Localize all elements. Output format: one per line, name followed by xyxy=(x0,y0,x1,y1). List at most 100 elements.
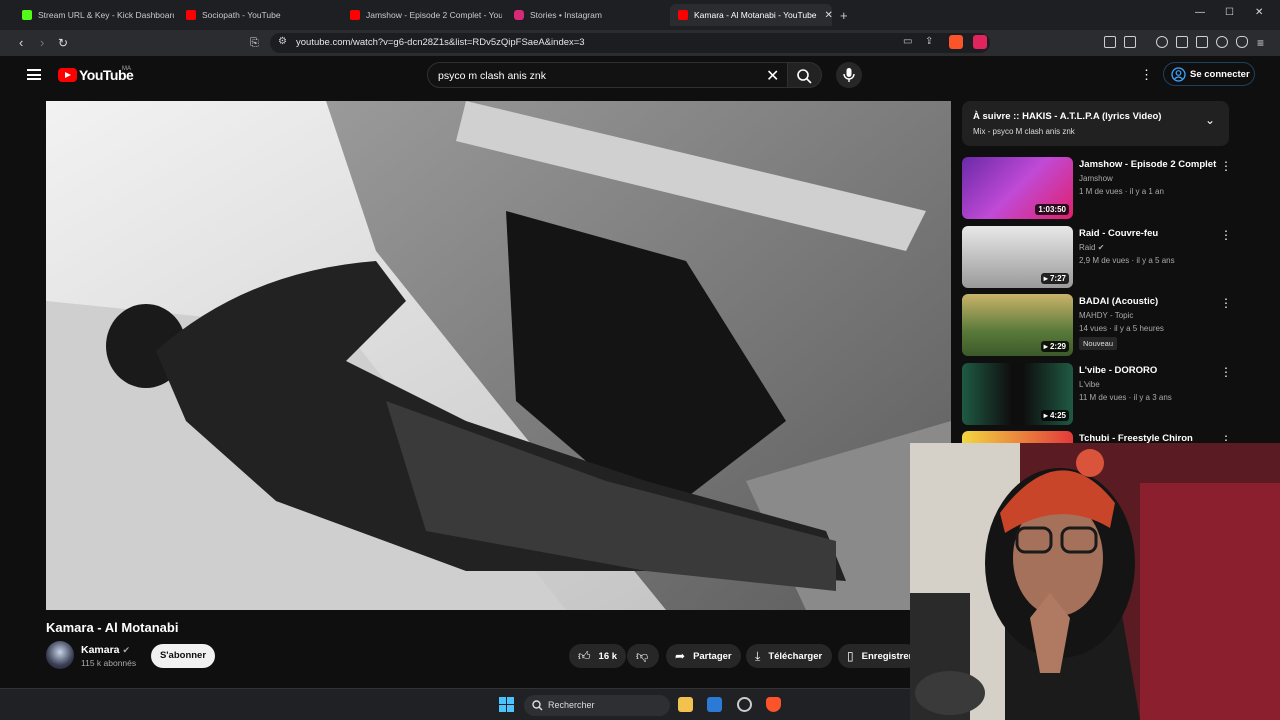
youtube-logo-icon[interactable] xyxy=(58,68,77,82)
taskbar-search-input[interactable]: Rechercher xyxy=(524,695,670,716)
download-button[interactable]: ⤓ Télécharger xyxy=(746,644,832,668)
tab-sociopath[interactable]: Sociopath - YouTube xyxy=(178,4,338,26)
video-player[interactable] xyxy=(46,101,951,610)
clear-search-icon[interactable]: ✕ xyxy=(766,66,779,86)
dislike-button[interactable]: 👎︎ xyxy=(627,644,659,668)
voice-search-button[interactable] xyxy=(836,62,862,88)
brave-browser-icon[interactable] xyxy=(766,697,781,712)
tab-jamshow[interactable]: Jamshow - Episode 2 Complet - YouT xyxy=(342,4,502,26)
channel-name[interactable]: Kamara ✔ xyxy=(81,644,130,656)
recommendation-title[interactable]: Tchubi - Freestyle Chiron xyxy=(1079,433,1193,443)
recommendation-item[interactable]: 1:03:50 Jamshow - Episode 2 Complet Jams… xyxy=(962,157,1237,221)
account-icon xyxy=(1171,67,1186,82)
wallet-icon[interactable] xyxy=(1196,36,1208,48)
video-thumbnail[interactable]: ▸ 4:25 xyxy=(962,363,1073,425)
recommendation-title[interactable]: Jamshow - Episode 2 Complet xyxy=(1079,159,1216,170)
video-frame xyxy=(46,101,951,610)
share-button[interactable]: ➦ Partager xyxy=(666,644,741,668)
recommendation-title[interactable]: L'vibe - DORORO xyxy=(1079,365,1157,376)
search-input[interactable]: psyco m clash anis znk ✕ xyxy=(427,62,788,88)
duration-badge: ▸ 4:25 xyxy=(1040,410,1069,421)
minimize-icon[interactable]: — xyxy=(1195,7,1205,18)
recommendation-meta: 2,9 M de vues · il y a 5 ans xyxy=(1079,256,1175,265)
recommendation-item[interactable]: ▸ 7:27 Raid - Couvre-feu Raid ✔ 2,9 M de… xyxy=(962,226,1237,290)
sidebar-icon[interactable] xyxy=(1176,36,1188,48)
recommendation-channel[interactable]: MAHDY - Topic xyxy=(1079,311,1133,320)
like-button[interactable]: 👍︎ 16 k xyxy=(569,644,626,668)
tab-label: Kamara - Al Motanabi - YouTube xyxy=(694,10,817,20)
save-button[interactable]: ▯ Enregistrer xyxy=(838,644,918,668)
video-thumbnail[interactable]: ▸ 2:29 xyxy=(962,294,1073,356)
subscribe-button[interactable]: S'abonner xyxy=(151,644,215,668)
search-button[interactable] xyxy=(788,62,822,88)
windows-start-icon[interactable] xyxy=(499,697,514,712)
settings-more-icon[interactable]: ⋮ xyxy=(1140,67,1153,83)
subscriber-count: 115 k abonnés xyxy=(81,658,137,668)
video-thumbnail[interactable]: ▸ 7:27 xyxy=(962,226,1073,288)
reload-icon[interactable]: ↻ xyxy=(58,35,68,51)
search-query-text: psyco m clash anis znk xyxy=(438,70,546,82)
youtube-icon xyxy=(678,10,688,20)
more-options-icon[interactable]: ⋮ xyxy=(1220,159,1232,173)
brave-shields-icon[interactable] xyxy=(949,35,963,49)
new-badge: Nouveau xyxy=(1079,337,1118,350)
new-tab-button[interactable]: + xyxy=(836,4,856,26)
hamburger-menu-icon[interactable] xyxy=(27,69,41,80)
extensions-icon[interactable] xyxy=(1104,36,1116,48)
youtube-icon xyxy=(350,10,360,20)
site-info-icon[interactable]: ⚙ xyxy=(278,36,287,47)
tab-kamara-active[interactable]: Kamara - Al Motanabi - YouTube ✕ xyxy=(670,4,832,26)
address-bar[interactable]: ⚙ youtube.com/watch?v=g6-dcn28Z1s&list=R… xyxy=(270,33,990,53)
thumbs-up-icon: 👍︎ xyxy=(578,648,591,663)
recommendation-item[interactable]: ▸ 2:29 BADAI (Acoustic) MAHDY - Topic 14… xyxy=(962,294,1237,358)
microsoft-store-icon[interactable] xyxy=(707,697,722,712)
recommendation-title[interactable]: Raid - Couvre-feu xyxy=(1079,228,1158,239)
video-title: Kamara - Al Motanabi xyxy=(46,620,179,635)
youtube-header: YouTube MA psyco m clash anis znk ✕ ⋮ Se… xyxy=(0,56,1280,94)
back-icon[interactable]: ‹ xyxy=(19,35,23,51)
tab-label: Sociopath - YouTube xyxy=(202,10,281,20)
up-next-title: À suivre :: HAKIS - A.T.L.P.A (lyrics Vi… xyxy=(973,111,1162,122)
recommendation-item[interactable]: ▸ 4:25 L'vibe - DORORO L'vibe 11 M de vu… xyxy=(962,363,1237,427)
up-next-panel[interactable]: À suivre :: HAKIS - A.T.L.P.A (lyrics Vi… xyxy=(962,101,1229,146)
cast-icon[interactable]: ▭ xyxy=(903,36,912,47)
vpn-icon[interactable] xyxy=(1236,36,1248,48)
download-label: Télécharger xyxy=(768,650,823,662)
more-options-icon[interactable]: ⋮ xyxy=(1220,296,1232,310)
reader-mode-icon[interactable] xyxy=(1124,36,1136,48)
share-label: Partager xyxy=(693,650,732,662)
forward-icon[interactable]: › xyxy=(40,35,44,51)
music-icon[interactable] xyxy=(1156,36,1168,48)
more-options-icon[interactable]: ⋮ xyxy=(1220,433,1232,443)
duration-badge: ▸ 2:29 xyxy=(1040,341,1069,352)
more-options-icon[interactable]: ⋮ xyxy=(1220,365,1232,379)
chevron-down-icon[interactable]: ⌄ xyxy=(1205,113,1215,127)
tab-label: Stream URL & Key - Kick Dashboard xyxy=(38,10,174,20)
channel-avatar[interactable] xyxy=(46,641,74,669)
bookmark-icon[interactable]: ⎘ xyxy=(250,35,259,51)
recommendation-channel[interactable]: Jamshow xyxy=(1079,174,1113,183)
close-window-icon[interactable]: ✕ xyxy=(1255,7,1263,18)
brave-rewards-icon[interactable] xyxy=(973,35,987,49)
obs-icon[interactable] xyxy=(737,697,752,712)
recommendation-item[interactable]: Tchubi - Freestyle Chiron ⋮ xyxy=(962,431,1237,443)
tab-kick[interactable]: Stream URL & Key - Kick Dashboard xyxy=(14,4,174,26)
tab-instagram[interactable]: Stories • Instagram xyxy=(506,4,666,26)
like-count: 16 k xyxy=(598,650,618,662)
maximize-icon[interactable]: ☐ xyxy=(1225,7,1234,18)
menu-icon[interactable]: ≡ xyxy=(1257,35,1264,51)
video-thumbnail[interactable] xyxy=(962,431,1073,443)
recommendation-title[interactable]: BADAI (Acoustic) xyxy=(1079,296,1158,307)
file-explorer-icon[interactable] xyxy=(678,697,693,712)
browser-toolbar: ‹ › ↻ ⎘ ⚙ youtube.com/watch?v=g6-dcn28Z1… xyxy=(0,30,1280,56)
share-arrow-icon: ➦ xyxy=(675,649,686,663)
sign-in-button[interactable]: Se connecter xyxy=(1163,62,1255,86)
recommendation-channel[interactable]: L'vibe xyxy=(1079,380,1100,389)
more-options-icon[interactable]: ⋮ xyxy=(1220,228,1232,242)
streamer-camera-feed xyxy=(910,443,1280,720)
recommendation-channel[interactable]: Raid ✔ xyxy=(1079,243,1104,252)
share-icon[interactable]: ⇪ xyxy=(925,36,933,47)
close-tab-icon[interactable]: ✕ xyxy=(825,10,832,21)
video-thumbnail[interactable]: 1:03:50 xyxy=(962,157,1073,219)
leo-ai-icon[interactable] xyxy=(1216,36,1228,48)
